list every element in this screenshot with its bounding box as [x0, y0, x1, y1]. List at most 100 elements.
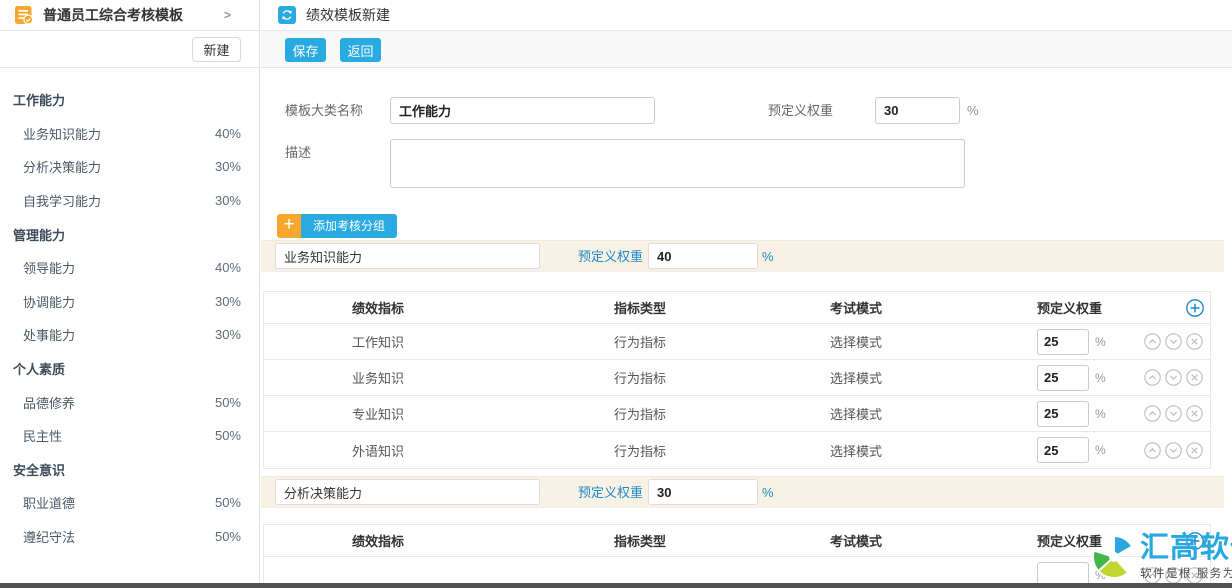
sidebar-item-weight: 50%: [215, 395, 241, 410]
template-name-input[interactable]: [390, 97, 655, 124]
column-header: 预定义权重: [949, 298, 1119, 317]
row-actions: [1119, 405, 1210, 422]
indicator-row: 工作知识行为指标选择模式%: [264, 324, 1210, 360]
indicator-row: 专业知识行为指标选择模式%: [264, 396, 1210, 432]
group-name-input[interactable]: [275, 243, 540, 269]
column-header: 绩效指标: [264, 298, 526, 317]
main-panel: 绩效模板新建 保存 返回 模板大类名称 预定义权重 % 描述 + 添加考核分组 …: [261, 0, 1232, 588]
sidebar-item[interactable]: 自我学习能力30%: [0, 184, 259, 218]
percent-sign: %: [1095, 407, 1106, 421]
indicator-weight-input[interactable]: [1037, 329, 1089, 355]
group-name-input[interactable]: [275, 479, 540, 505]
sidebar-item[interactable]: 分析决策能力 30%: [0, 150, 259, 184]
indicator-cell: 行为指标: [526, 332, 742, 351]
group-weight-input[interactable]: [648, 243, 758, 269]
add-group-button[interactable]: + 添加考核分组: [277, 214, 397, 238]
move-down-icon[interactable]: [1165, 333, 1182, 350]
row-actions: [1119, 369, 1210, 386]
remove-icon[interactable]: [1186, 369, 1203, 386]
add-indicator-cell: [1119, 299, 1210, 316]
template-name-label: 模板大类名称: [285, 97, 363, 124]
group-header-band: 预定义权重%: [261, 476, 1224, 508]
sidebar-item-label: 品德修养: [23, 393, 75, 412]
percent-sign: %: [1095, 443, 1106, 457]
sidebar-item[interactable]: 遵纪守法50%: [0, 520, 259, 554]
sidebar-item-weight: 50%: [215, 529, 241, 544]
sidebar-item[interactable]: 品德修养 50%: [0, 385, 259, 419]
sync-doc-icon: [278, 6, 296, 24]
indicator-cell: 专业知识: [264, 404, 526, 423]
page-header: 绩效模板新建: [261, 0, 1232, 31]
sidebar-item[interactable]: 处事能力30%: [0, 318, 259, 352]
move-down-icon[interactable]: [1165, 442, 1182, 459]
indicator-weight-input[interactable]: [1037, 365, 1089, 391]
sidebar-item[interactable]: 民主性50%: [0, 419, 259, 453]
sidebar-item-weight: 30%: [215, 294, 241, 309]
move-down-icon[interactable]: [1165, 369, 1182, 386]
move-up-icon[interactable]: [1144, 405, 1161, 422]
new-button[interactable]: 新建: [192, 37, 241, 62]
window-bottom-edge: [0, 583, 1232, 588]
template-weight-input[interactable]: [875, 97, 960, 124]
sidebar-item[interactable]: 业务知识能力 40%: [0, 117, 259, 151]
sidebar-item-label: 职业道德: [23, 493, 75, 512]
sidebar-item-weight: 30%: [215, 159, 241, 174]
sidebar-category[interactable]: 工作能力: [0, 83, 259, 117]
sidebar-item-label: 协调能力: [23, 292, 75, 311]
indicator-table-header: 绩效指标指标类型考试模式预定义权重: [264, 525, 1210, 557]
sidebar-item-weight: 50%: [215, 428, 241, 443]
column-header: 指标类型: [526, 531, 742, 550]
indicator-cell: 业务知识: [264, 368, 526, 387]
add-group-label: 添加考核分组: [301, 214, 397, 238]
sidebar-item[interactable]: 领导能力40%: [0, 251, 259, 285]
sidebar-item-weight: 40%: [215, 126, 241, 141]
sidebar-toolbar: 新建: [0, 31, 259, 68]
sidebar-title: 普通员工综合考核模板: [43, 5, 215, 25]
sidebar-category[interactable]: 管理能力: [0, 217, 259, 251]
back-button[interactable]: 返回: [340, 38, 381, 62]
sidebar-category-list: 工作能力业务知识能力 40% 分析决策能力 30% 自我学习能力30%管理能力领导能力4…: [0, 68, 259, 583]
indicator-cell: 选择模式: [742, 404, 949, 423]
indicator-weight-cell: %: [949, 401, 1119, 427]
sidebar-category[interactable]: 个人素质: [0, 352, 259, 386]
remove-icon[interactable]: [1186, 333, 1203, 350]
sidebar-item-weight: 50%: [215, 495, 241, 510]
chevron-right-icon[interactable]: >: [224, 8, 231, 22]
sidebar-item-label: 分析决策能力: [23, 157, 101, 176]
sidebar-category[interactable]: 安全意识: [0, 453, 259, 487]
save-button[interactable]: 保存: [285, 38, 326, 62]
form-content: 模板大类名称 预定义权重 % 描述 + 添加考核分组 预定义权重%绩效指标指标类…: [261, 68, 1224, 588]
template-name-row: 模板大类名称 预定义权重 %: [261, 97, 1224, 124]
group-weight-input[interactable]: [648, 479, 758, 505]
move-up-icon[interactable]: [1144, 333, 1161, 350]
move-down-icon[interactable]: [1165, 405, 1182, 422]
remove-icon[interactable]: [1186, 405, 1203, 422]
move-up-icon[interactable]: [1144, 442, 1161, 459]
indicator-weight-cell: %: [949, 437, 1119, 463]
remove-icon[interactable]: [1186, 442, 1203, 459]
indicator-cell: 选择模式: [742, 332, 949, 351]
indicator-table: 绩效指标指标类型考试模式预定义权重工作知识行为指标选择模式%业务知识行为指标选择…: [263, 291, 1211, 469]
group-weight-label: 预定义权重: [578, 241, 643, 272]
sidebar-item-label: 业务知识能力: [23, 124, 101, 143]
indicator-table-header: 绩效指标指标类型考试模式预定义权重: [264, 292, 1210, 324]
group-header-band: 预定义权重%: [261, 240, 1224, 272]
circle-plus-icon[interactable]: [1186, 299, 1203, 316]
indicator-row: 业务知识行为指标选择模式%: [264, 360, 1210, 396]
percent-sign: %: [762, 241, 774, 272]
page-title: 绩效模板新建: [306, 5, 390, 25]
sidebar-header[interactable]: 普通员工综合考核模板 >: [0, 0, 259, 31]
indicator-weight-input[interactable]: [1037, 437, 1089, 463]
sidebar-item[interactable]: 协调能力 30%: [0, 285, 259, 319]
assessment-groups: 预定义权重%绩效指标指标类型考试模式预定义权重工作知识行为指标选择模式%业务知识…: [261, 240, 1224, 588]
pinwheel-logo-icon: [1090, 532, 1138, 582]
sidebar-item[interactable]: 职业道德 50%: [0, 486, 259, 520]
sidebar-item-weight: 30%: [215, 327, 241, 342]
percent-sign: %: [1095, 371, 1106, 385]
plus-icon: +: [277, 214, 301, 238]
description-textarea[interactable]: [390, 139, 965, 188]
row-actions: [1119, 442, 1210, 459]
indicator-weight-input[interactable]: [1037, 401, 1089, 427]
move-up-icon[interactable]: [1144, 369, 1161, 386]
row-actions: [1119, 333, 1210, 350]
